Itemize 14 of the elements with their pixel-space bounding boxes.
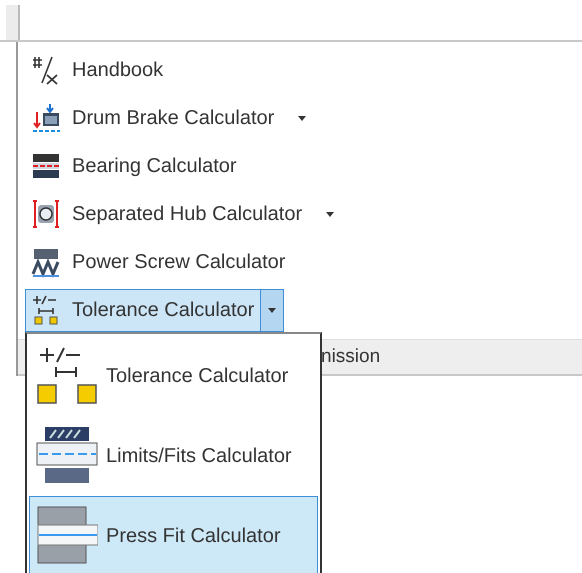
tolerance-icon [36,345,98,407]
caret-icon [326,212,334,216]
screw-icon [30,246,62,278]
hub-icon [30,198,62,230]
tool-button[interactable]: Separated Hub Calculator [25,194,340,234]
tool-button[interactable]: Bearing Calculator [25,146,242,186]
button-label: Tolerance Calculator [72,298,254,322]
caret-icon [298,116,306,120]
tool-button[interactable]: Handbook [25,50,168,90]
panel-title: nission [321,346,380,368]
tool-button[interactable]: Drum Brake Calculator [25,98,312,138]
brake-icon [30,102,62,134]
menu-item[interactable]: Press Fit Calculator [29,496,318,573]
tool-button[interactable]: Power Screw Calculator [25,242,290,282]
